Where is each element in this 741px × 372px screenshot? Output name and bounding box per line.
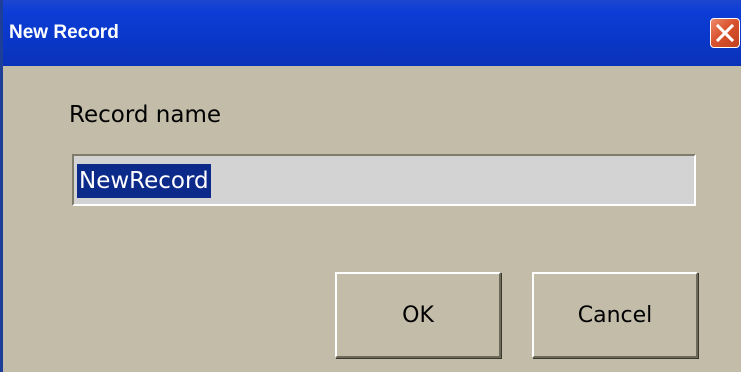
ok-button[interactable]: OK	[335, 272, 501, 358]
record-name-input[interactable]: NewRecord	[72, 154, 696, 206]
close-button[interactable]	[710, 18, 740, 48]
record-name-value: NewRecord	[77, 164, 211, 198]
cancel-button[interactable]: Cancel	[532, 272, 698, 358]
close-icon	[715, 23, 735, 43]
title-bar[interactable]: New Record	[3, 0, 741, 66]
record-name-label: Record name	[69, 102, 222, 128]
window-title: New Record	[9, 22, 119, 43]
new-record-dialog: New Record Record name NewRecord OK Canc…	[0, 0, 741, 372]
